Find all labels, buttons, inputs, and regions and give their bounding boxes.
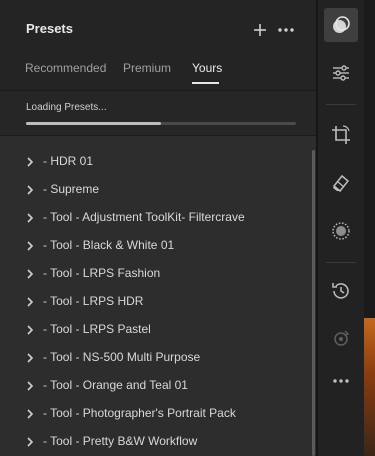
preset-list: - HDR 01 - Supreme - Tool - Adjustment Too… bbox=[0, 148, 316, 456]
presets-header: Presets Recommended Premium Yours bbox=[0, 0, 316, 90]
chevron-right-icon[interactable] bbox=[25, 437, 35, 447]
preset-tabs: Recommended Premium Yours bbox=[0, 58, 316, 88]
loading-section: Loading Presets... bbox=[0, 90, 316, 136]
preset-group-item[interactable]: - Tool - Black & White 01 bbox=[0, 232, 310, 260]
preset-group-item[interactable]: - HDR 01 bbox=[0, 148, 310, 176]
toolbar-separator bbox=[326, 104, 356, 105]
sliders-icon bbox=[333, 65, 349, 81]
preset-group-label: - Tool - Black & White 01 bbox=[43, 238, 175, 252]
panel-title: Presets bbox=[26, 21, 73, 36]
tab-yours[interactable]: Yours bbox=[192, 61, 222, 75]
edit-toolbar bbox=[318, 0, 364, 456]
chevron-right-icon[interactable] bbox=[25, 157, 35, 167]
preset-group-label: - Tool - LRPS Fashion bbox=[43, 266, 161, 280]
preset-group-item[interactable]: - Tool - NS-500 Multi Purpose bbox=[0, 344, 310, 372]
photo-preview bbox=[364, 318, 375, 456]
lightroom-app: Presets Recommended Premium Yours Loadin… bbox=[0, 0, 375, 456]
chevron-right-icon[interactable] bbox=[25, 213, 35, 223]
photo-canvas-edge bbox=[364, 0, 375, 456]
active-tab-indicator bbox=[192, 82, 219, 84]
presets-tool-button[interactable] bbox=[324, 8, 358, 42]
versions-icon bbox=[334, 330, 350, 346]
preset-group-item[interactable]: - Tool - Adjustment ToolKit- Filtercrave bbox=[0, 204, 310, 232]
plus-icon bbox=[254, 24, 266, 36]
crop-tool-button[interactable] bbox=[324, 118, 358, 152]
history-icon bbox=[332, 283, 349, 299]
preset-group-item[interactable]: - Supreme bbox=[0, 176, 310, 204]
preset-group-item[interactable]: - Tool - LRPS HDR bbox=[0, 288, 310, 316]
loading-label: Loading Presets... bbox=[26, 102, 107, 113]
presets-more-button[interactable] bbox=[276, 18, 296, 42]
more-horizontal-icon bbox=[278, 28, 294, 32]
history-tool-button[interactable] bbox=[324, 274, 358, 308]
edit-tool-button[interactable] bbox=[324, 56, 358, 90]
chevron-right-icon[interactable] bbox=[25, 241, 35, 251]
chevron-right-icon[interactable] bbox=[25, 297, 35, 307]
presets-icon bbox=[333, 16, 350, 33]
preset-group-label: - Tool - NS-500 Multi Purpose bbox=[43, 350, 201, 364]
preset-group-label: - HDR 01 bbox=[43, 154, 94, 168]
preset-group-item[interactable]: - Tool - Orange and Teal 01 bbox=[0, 372, 310, 400]
tab-premium[interactable]: Premium bbox=[123, 61, 171, 75]
crop-rotate-icon bbox=[332, 125, 350, 144]
masking-icon bbox=[332, 222, 350, 240]
loading-progress-fill bbox=[26, 122, 161, 125]
preset-group-item[interactable]: - Tool - LRPS Pastel bbox=[0, 316, 310, 344]
chevron-right-icon[interactable] bbox=[25, 409, 35, 419]
chevron-right-icon[interactable] bbox=[25, 325, 35, 335]
more-tools-button[interactable] bbox=[324, 364, 358, 398]
preset-group-item[interactable]: - Tool - Photographer's Portrait Pack bbox=[0, 400, 310, 428]
preset-group-item[interactable]: - Tool - Pretty B&W Workflow bbox=[0, 428, 310, 456]
toolbar-separator bbox=[326, 262, 356, 263]
preset-group-label: - Tool - Adjustment ToolKit- Filtercrave bbox=[43, 210, 245, 224]
preset-group-label: - Tool - Orange and Teal 01 bbox=[43, 378, 188, 392]
chevron-right-icon[interactable] bbox=[25, 269, 35, 279]
preset-list-scrollbar[interactable] bbox=[312, 150, 315, 456]
preset-group-item[interactable]: - Tool - LRPS Fashion bbox=[0, 260, 310, 288]
preset-group-label: - Supreme bbox=[43, 182, 100, 196]
preset-group-label: - Tool - LRPS HDR bbox=[43, 294, 144, 308]
tab-recommended[interactable]: Recommended bbox=[25, 61, 106, 75]
versions-tool-button[interactable] bbox=[324, 322, 358, 356]
healing-tool-button[interactable] bbox=[324, 166, 358, 200]
loading-progress-bar bbox=[26, 122, 296, 125]
chevron-right-icon[interactable] bbox=[25, 353, 35, 363]
add-preset-button[interactable] bbox=[250, 18, 270, 42]
chevron-right-icon[interactable] bbox=[25, 185, 35, 195]
healing-eraser-icon bbox=[332, 174, 350, 193]
more-horizontal-icon bbox=[333, 379, 349, 383]
preset-group-label: - Tool - Photographer's Portrait Pack bbox=[43, 406, 236, 420]
preset-group-label: - Tool - LRPS Pastel bbox=[43, 322, 151, 336]
chevron-right-icon[interactable] bbox=[25, 381, 35, 391]
preset-group-label: - Tool - Pretty B&W Workflow bbox=[43, 434, 198, 448]
masking-tool-button[interactable] bbox=[324, 214, 358, 248]
presets-panel: Presets Recommended Premium Yours Loadin… bbox=[0, 0, 316, 456]
